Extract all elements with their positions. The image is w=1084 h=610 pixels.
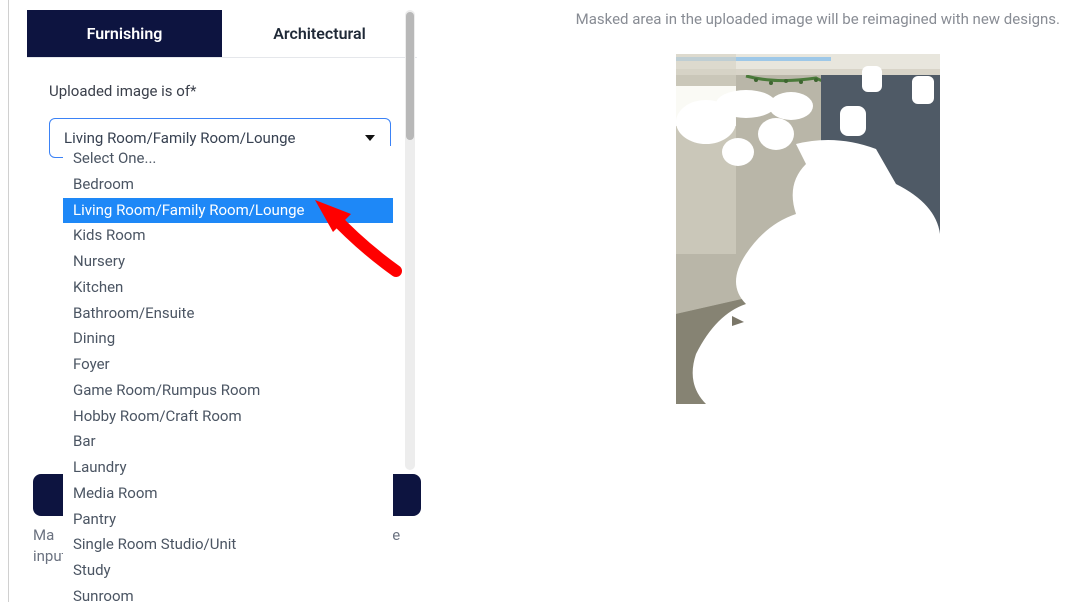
- dropdown-option-nursery[interactable]: Nursery: [63, 249, 393, 275]
- left-panel: Furnishing Architectural Uploaded image …: [8, 0, 416, 602]
- right-panel: Masked area in the uploaded image will b…: [416, 0, 1084, 602]
- form-area: Uploaded image is of* Living Room/Family…: [27, 58, 416, 158]
- dropdown-option-studio[interactable]: Single Room Studio/Unit: [63, 532, 393, 558]
- dropdown-option-study[interactable]: Study: [63, 558, 393, 584]
- dropdown-option-pantry[interactable]: Pantry: [63, 507, 393, 533]
- dropdown-option-kitchen[interactable]: Kitchen: [63, 275, 393, 301]
- masked-preview-image: [676, 54, 940, 404]
- select-value: Living Room/Family Room/Lounge: [64, 129, 364, 147]
- dropdown-option-sunroom[interactable]: Sunroom: [63, 584, 393, 610]
- panel-scrollbar[interactable]: [405, 10, 415, 470]
- dropdown-option-select-one[interactable]: Select One...: [63, 146, 393, 172]
- tabs-row: Furnishing Architectural: [27, 10, 417, 58]
- main-container: Furnishing Architectural Uploaded image …: [0, 0, 1084, 602]
- instruction-text: Masked area in the uploaded image will b…: [416, 10, 1066, 28]
- dropdown-option-kids-room[interactable]: Kids Room: [63, 223, 393, 249]
- dropdown-option-living-room[interactable]: Living Room/Family Room/Lounge: [63, 198, 393, 224]
- dropdown-option-bedroom[interactable]: Bedroom: [63, 172, 393, 198]
- dropdown-option-bar[interactable]: Bar: [63, 429, 393, 455]
- tab-architectural[interactable]: Architectural: [222, 10, 417, 57]
- dropdown-option-foyer[interactable]: Foyer: [63, 352, 393, 378]
- dropdown-option-game-room[interactable]: Game Room/Rumpus Room: [63, 378, 393, 404]
- chevron-down-icon: [364, 133, 376, 143]
- dropdown-option-media-room[interactable]: Media Room: [63, 481, 393, 507]
- room-type-dropdown: Select One... Bedroom Living Room/Family…: [63, 146, 393, 610]
- dropdown-option-bathroom[interactable]: Bathroom/Ensuite: [63, 301, 393, 327]
- dropdown-option-hobby-room[interactable]: Hobby Room/Craft Room: [63, 404, 393, 430]
- dropdown-option-dining[interactable]: Dining: [63, 326, 393, 352]
- tab-furnishing[interactable]: Furnishing: [27, 10, 222, 57]
- scrollbar-thumb[interactable]: [406, 12, 414, 140]
- upload-type-label: Uploaded image is of*: [49, 82, 398, 100]
- dropdown-option-laundry[interactable]: Laundry: [63, 455, 393, 481]
